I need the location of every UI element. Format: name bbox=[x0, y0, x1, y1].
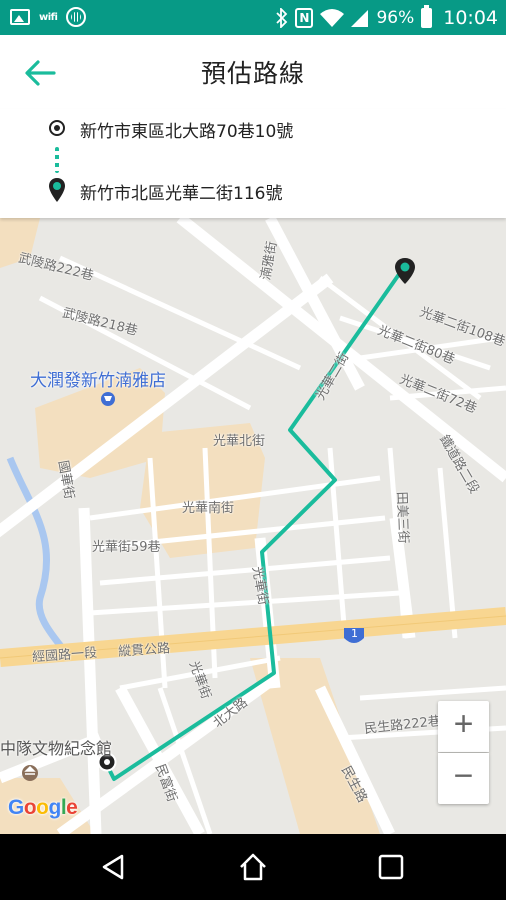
bluetooth-icon bbox=[276, 7, 288, 28]
map-view[interactable]: 武陵路222巷 武陵路218巷 湳雅街 光華二街108巷 光華二街80巷 光華二… bbox=[0, 218, 506, 834]
google-logo: Google bbox=[8, 796, 78, 819]
nfc-icon: N bbox=[295, 7, 314, 28]
system-nav-bar bbox=[0, 834, 506, 900]
image-icon bbox=[10, 9, 30, 25]
route-card: 新竹市東區北大路70巷10號 新竹市北區光華二街116號 bbox=[0, 109, 506, 218]
cell-signal-icon bbox=[351, 9, 369, 27]
destination-pin-icon bbox=[49, 178, 65, 202]
wifi-signal-icon bbox=[320, 8, 345, 27]
zoom-out-button[interactable]: − bbox=[438, 753, 489, 804]
battery-icon bbox=[421, 4, 433, 28]
poi-label-mall[interactable]: 大潤發新竹湳雅店 bbox=[30, 366, 166, 391]
clock: 10:04 bbox=[443, 6, 498, 29]
recents-icon[interactable] bbox=[375, 851, 407, 883]
page-title: 預估路線 bbox=[200, 59, 305, 88]
origin-address[interactable]: 新竹市東區北大路70巷10號 bbox=[80, 117, 293, 142]
battery-percent: 96% bbox=[376, 7, 415, 28]
origin-marker-icon bbox=[49, 120, 65, 136]
street-label: 光華北街 bbox=[213, 434, 266, 449]
route-connector bbox=[55, 147, 59, 173]
street-label: 光華街59巷 bbox=[92, 540, 161, 555]
destination-address[interactable]: 新竹市北區光華二街116號 bbox=[80, 179, 282, 204]
wifi-icon: wifi bbox=[39, 11, 58, 23]
status-bar: wifi N 96% 10:04 bbox=[0, 0, 506, 35]
home-icon[interactable] bbox=[237, 851, 269, 883]
back-triangle-icon[interactable] bbox=[98, 851, 130, 883]
barcode-icon bbox=[66, 7, 87, 27]
route-number: 1 bbox=[351, 627, 358, 640]
street-label: 縱貫公路 bbox=[117, 641, 171, 660]
zoom-in-button[interactable]: + bbox=[438, 701, 489, 752]
app-bar: 預估路線 bbox=[0, 35, 506, 109]
map-destination-pin-icon[interactable] bbox=[395, 258, 415, 284]
street-label: 田美三街 bbox=[393, 491, 411, 544]
street-label: 光華南街 bbox=[182, 501, 235, 516]
poi-label-museum[interactable]: 中隊文物紀念館 bbox=[0, 735, 112, 759]
